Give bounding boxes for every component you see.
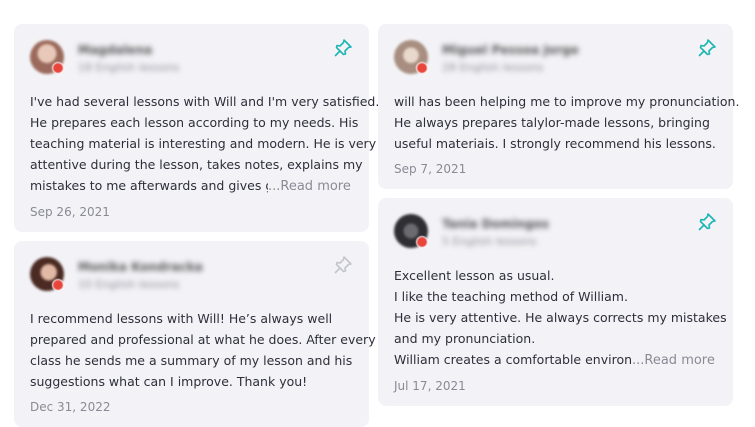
pushpin-icon[interactable]	[697, 212, 717, 232]
review-card: Tania Domingos 5 English lessons Excelle…	[378, 198, 733, 406]
review-date: Sep 7, 2021	[394, 162, 467, 176]
read-more-link[interactable]: ...Read more	[268, 179, 351, 194]
review-header: Magdalena 18 English lessons	[30, 38, 353, 77]
read-more-link[interactable]: ...Read more	[632, 353, 715, 368]
review-line: and my pronunciation.	[394, 331, 536, 346]
review-card: Monika Kondracka 10 English lessons I re…	[14, 241, 376, 427]
review-line: attentive during the lesson, takes notes…	[30, 157, 363, 172]
reviewer-name: Miguel Pessoa Jorge	[442, 43, 579, 57]
reviewer-lessons: 10 English lessons	[78, 278, 180, 291]
review-text: I recommend lessons with Will! He’s alwa…	[30, 308, 376, 392]
flag-icon	[52, 62, 64, 74]
reviewer-lessons: 5 English lessons	[442, 235, 537, 248]
review-header: Monika Kondracka 10 English lessons	[30, 255, 353, 294]
review-line: will has been helping me to improve my p…	[394, 94, 740, 109]
review-line: mistakes to me afterwards and gives good…	[30, 175, 353, 197]
review-line: class he sends me a summary of my lesson…	[30, 353, 353, 368]
review-line: He always prepares talylor-made lessons,…	[394, 115, 710, 130]
flag-icon	[52, 279, 64, 291]
review-line: William creates a comfortable environmen…	[394, 349, 717, 371]
review-line: He prepares each lesson according to my …	[30, 115, 359, 130]
reviews-column-left: Magdalena 18 English lessons I've had se…	[14, 24, 380, 427]
review-line-truncated: William creates a comfortable environmen…	[394, 352, 632, 367]
flag-icon	[416, 62, 428, 74]
review-text: will has been helping me to improve my p…	[394, 91, 740, 154]
review-card: Magdalena 18 English lessons I've had se…	[14, 24, 380, 232]
review-date: Jul 17, 2021	[394, 379, 466, 393]
review-line-truncated: mistakes to me afterwards and gives good	[30, 178, 268, 193]
flag-icon	[416, 236, 428, 248]
review-text: I've had several lessons with Will and I…	[30, 91, 380, 197]
review-line: prepared and professional at what he doe…	[30, 332, 376, 347]
reviewer-name: Tania Domingos	[442, 217, 550, 231]
pushpin-icon[interactable]	[697, 38, 717, 58]
pushpin-icon[interactable]	[333, 255, 353, 275]
review-date: Sep 26, 2021	[30, 205, 110, 219]
review-line: teaching material is interesting and mod…	[30, 136, 377, 151]
reviewer-lessons: 18 English lessons	[78, 61, 180, 74]
review-text: Excellent lesson as usual. I like the te…	[394, 265, 727, 371]
review-line: I've had several lessons with Will and I…	[30, 94, 380, 109]
review-line: suggestions what can I improve. Thank yo…	[30, 374, 308, 389]
review-line: Excellent lesson as usual.	[394, 268, 555, 283]
review-header: Tania Domingos 5 English lessons	[394, 212, 717, 251]
review-line: I like the teaching method of William.	[394, 289, 628, 304]
reviewer-lessons: 28 English lessons	[442, 61, 544, 74]
pushpin-icon[interactable]	[333, 38, 353, 58]
review-line: He is very attentive. He always corrects…	[394, 310, 727, 325]
review-line: useful materiais. I strongly recommend h…	[394, 136, 716, 151]
reviewer-name: Monika Kondracka	[78, 260, 203, 274]
reviews-column-right: Miguel Pessoa Jorge 28 English lessons w…	[378, 24, 740, 406]
reviewer-name: Magdalena	[78, 43, 153, 57]
review-card: Miguel Pessoa Jorge 28 English lessons w…	[378, 24, 740, 189]
review-date: Dec 31, 2022	[30, 400, 111, 414]
review-header: Miguel Pessoa Jorge 28 English lessons	[394, 38, 717, 77]
review-line: I recommend lessons with Will! He’s alwa…	[30, 311, 333, 326]
